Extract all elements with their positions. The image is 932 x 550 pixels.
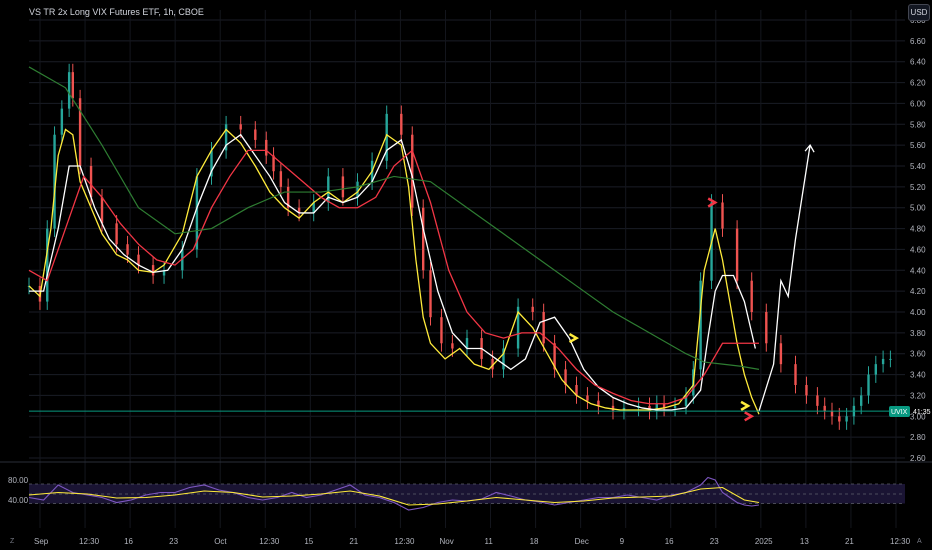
candle-body — [779, 343, 783, 365]
candle-body — [542, 312, 545, 344]
candle-body — [881, 358, 885, 365]
price-tag-time: 41:35 — [913, 409, 931, 416]
candle-body — [279, 171, 283, 187]
y-tick-label: 3.20 — [910, 391, 926, 400]
candle-body — [794, 364, 797, 385]
candle-body — [100, 197, 104, 224]
x-tick-label: 12:30 — [890, 537, 911, 546]
candle-body — [830, 411, 834, 417]
candle-body — [115, 223, 118, 245]
x-tick-label: 13 — [800, 537, 809, 546]
candle-body — [239, 124, 242, 130]
x-tick-label: Dec — [575, 537, 589, 546]
candle-body — [845, 416, 848, 422]
x-tick-label: 21 — [349, 537, 358, 546]
y-tick-label: 4.20 — [910, 287, 926, 296]
x-tick-label: 16 — [124, 537, 133, 546]
x-tick-label: 23 — [710, 537, 719, 546]
y-tick-label: 6.40 — [910, 58, 926, 67]
zoom-icon[interactable]: Z — [10, 538, 15, 545]
y-tick-label: 3.40 — [910, 371, 926, 380]
candle-body — [151, 265, 155, 276]
y-tick-label: 5.60 — [910, 141, 926, 150]
candle-body — [429, 270, 432, 318]
x-tick-label: 23 — [169, 537, 178, 546]
candle-body — [889, 358, 892, 360]
x-tick-label: 15 — [304, 537, 313, 546]
x-tick-label: 2025 — [755, 537, 773, 546]
candle-body — [867, 374, 870, 396]
candle-body — [750, 280, 753, 312]
candle-body — [60, 108, 64, 135]
y-tick-label: 4.80 — [910, 225, 926, 234]
y-tick-label: 5.80 — [910, 120, 926, 129]
candle-body — [254, 129, 257, 140]
currency-button[interactable]: USD — [908, 4, 930, 21]
candle-body — [411, 134, 414, 208]
candle-body — [137, 254, 140, 266]
y-tick-label: 6.20 — [910, 79, 926, 88]
y-tick-label: 5.40 — [910, 162, 926, 171]
candle-body — [356, 181, 359, 198]
candle-body — [721, 202, 724, 229]
candle-body — [67, 72, 71, 109]
y-tick-label: 3.80 — [910, 329, 926, 338]
y-tick-label: 6.60 — [910, 37, 926, 46]
candle-body — [46, 228, 49, 302]
y-tick-label: 2.60 — [910, 454, 926, 463]
y-tick-label: 2.80 — [910, 433, 926, 442]
candle-body — [838, 416, 841, 422]
y-tick-label: 4.40 — [910, 266, 926, 275]
candle-body — [860, 395, 863, 406]
candle-body — [422, 207, 425, 271]
candle-body — [874, 364, 877, 375]
x-tick-label: 18 — [530, 537, 539, 546]
chart-title: VS TR 2x Long VIX Futures ETF, 1h, CBOE — [29, 7, 204, 17]
y-tick-label: 6.00 — [910, 99, 926, 108]
candle-body — [126, 244, 129, 255]
candle-body — [823, 405, 826, 412]
oscillator-tick-label: 80.00 — [8, 476, 29, 485]
y-tick-label: 5.00 — [910, 204, 926, 213]
x-tick-label: 21 — [845, 537, 854, 546]
y-tick-label: 4.00 — [910, 308, 926, 317]
candle-body — [673, 405, 677, 408]
candle-body — [265, 139, 268, 156]
price-tag-symbol: UVIX — [891, 409, 908, 416]
chart-canvas[interactable]: 6.806.606.406.206.005.805.605.405.205.00… — [0, 0, 932, 550]
y-tick-label: 3.60 — [910, 350, 926, 359]
x-tick-label: 12:30 — [394, 537, 415, 546]
candle-body — [89, 166, 93, 198]
x-tick-label: 12:30 — [79, 537, 100, 546]
candle-body — [341, 176, 345, 198]
candle-body — [805, 385, 808, 396]
candle-body — [440, 317, 443, 344]
x-tick-label: 11 — [485, 537, 494, 546]
x-tick-label: 16 — [665, 537, 674, 546]
x-tick-label: Nov — [439, 537, 453, 546]
candle-body — [765, 312, 768, 344]
x-tick-label: Oct — [214, 537, 227, 546]
candle-body — [400, 113, 403, 135]
candle-body — [531, 306, 534, 312]
x-tick-label: 9 — [620, 537, 625, 546]
y-tick-label: 5.20 — [910, 183, 926, 192]
candle-body — [586, 395, 589, 401]
auto-scale-icon[interactable]: A — [917, 538, 922, 545]
x-tick-label: Sep — [34, 537, 49, 546]
candle-body — [71, 72, 74, 99]
oscillator-tick-label: 40.00 — [8, 496, 29, 505]
candle-body — [451, 343, 454, 349]
candle-body — [816, 395, 819, 406]
candle-body — [735, 228, 739, 281]
y-tick-label: 4.60 — [910, 245, 926, 254]
x-tick-label: 12:30 — [259, 537, 280, 546]
